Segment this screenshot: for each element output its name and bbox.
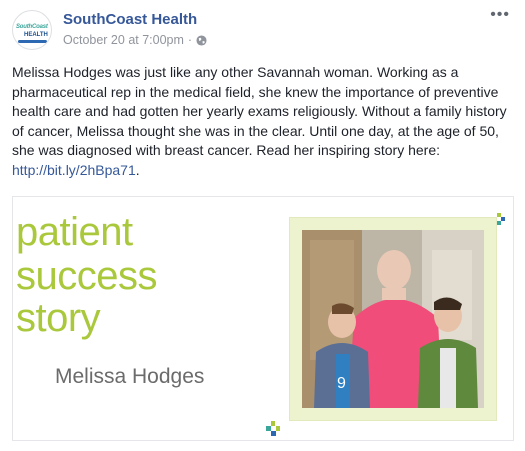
meta-separator: · [187,33,193,47]
image-person-name: Melissa Hodges [55,365,205,388]
family-photo: 9 [302,230,484,408]
post-body-end: . [135,161,140,178]
post-timestamp[interactable]: October 20 at 7:00pm [63,33,184,47]
post-body-text: Melissa Hodges was just like any other S… [12,64,507,158]
story-link[interactable]: http://bit.ly/2hBpa71 [12,162,136,178]
more-options-icon[interactable]: ••• [490,6,510,24]
image-title-line3: story [16,296,101,340]
image-title-line1: patient [16,210,133,254]
post-body: Melissa Hodges was just like any other S… [12,63,517,180]
corner-accent-bottom [266,421,280,436]
corner-accent-top [497,213,505,225]
svg-text:9: 9 [337,375,346,392]
photo-frame: 9 [289,217,497,421]
post-image[interactable]: patient success story Melissa Hodges 9 [12,196,514,441]
avatar-logo-bottom: HEALTH [24,32,48,38]
avatar-logo-top: SouthCoast [16,24,48,30]
globe-icon[interactable] [196,34,207,46]
page-name-link[interactable]: SouthCoast Health [63,11,197,28]
family-photo-illustration: 9 [302,230,484,408]
post-meta: October 20 at 7:00pm · [63,33,207,47]
page-avatar[interactable]: SouthCoast HEALTH [12,10,52,50]
post-header: SouthCoast HEALTH SouthCoast Health Octo… [12,6,512,56]
avatar-logo-bar [18,40,47,43]
image-title-line2: success [16,254,158,298]
